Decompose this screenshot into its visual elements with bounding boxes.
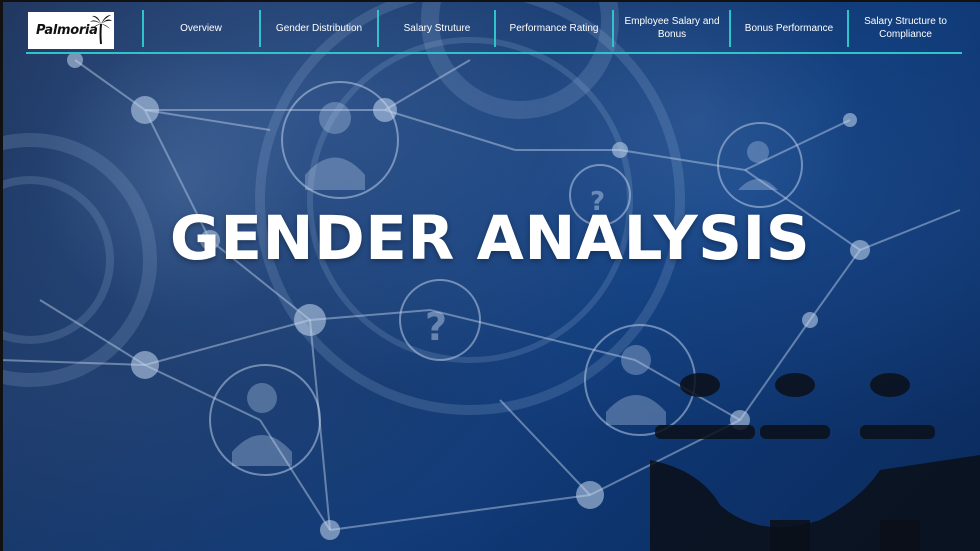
nav-bonus-performance-button[interactable]: Bonus Performance — [731, 10, 847, 46]
logo-text: Palmoria — [36, 23, 98, 38]
nav-underline — [26, 52, 962, 54]
nav-gender-distribution-button[interactable]: Gender Distribution — [261, 10, 377, 46]
svg-text:?: ? — [425, 305, 447, 349]
page-title: GENDER ANALYSIS — [169, 203, 811, 274]
nav-salary-compliance-button[interactable]: Salary Structure to Compliance — [849, 10, 962, 46]
nav-salary-structure-button[interactable]: Salary Struture — [379, 10, 495, 46]
palm-tree-icon — [90, 15, 112, 45]
report-page: ? ? Palmoria Overview Gender Distributio… — [0, 0, 980, 551]
nav-employee-salary-bonus-button[interactable]: Employee Salary and Bonus — [614, 10, 730, 46]
nav-performance-rating-button[interactable]: Performance Rating — [496, 10, 612, 46]
top-navigation-bar: Palmoria Overview Gender Distribution Sa… — [26, 8, 962, 53]
palmoria-logo[interactable]: Palmoria — [28, 12, 114, 49]
nav-overview-button[interactable]: Overview — [144, 10, 258, 46]
network-background-image: ? ? — [0, 0, 980, 551]
